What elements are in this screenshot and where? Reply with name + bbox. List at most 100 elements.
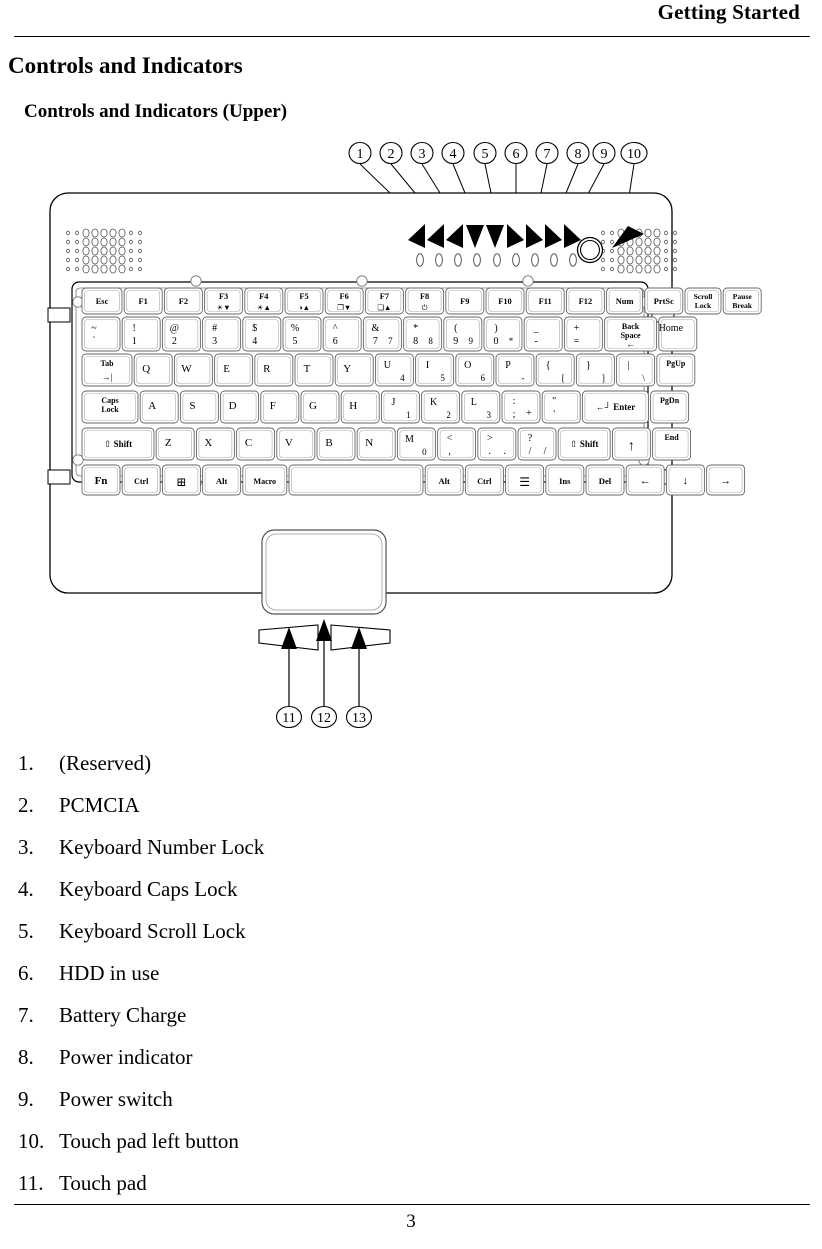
grille-hole bbox=[82, 228, 90, 238]
grille-hole bbox=[635, 246, 643, 256]
key-label: C bbox=[245, 437, 252, 449]
key-label: X bbox=[204, 437, 212, 449]
callout-label-3: 3 bbox=[419, 147, 426, 162]
feature-list-item: 6. HDD in use bbox=[0, 952, 560, 994]
key-label-numpad: / bbox=[544, 446, 547, 457]
key-label: F7 bbox=[380, 292, 389, 301]
keycap-face[interactable] bbox=[262, 393, 297, 421]
feature-item-number: 11. bbox=[18, 1171, 44, 1195]
grille-hole bbox=[109, 228, 117, 238]
keycap-face[interactable] bbox=[486, 319, 520, 349]
key-label-lower: - bbox=[535, 336, 538, 347]
keycap-face[interactable] bbox=[417, 356, 452, 384]
keycap-face[interactable] bbox=[204, 319, 239, 349]
page-number: 3 bbox=[406, 1211, 416, 1232]
power-switch-inner[interactable] bbox=[579, 239, 601, 261]
key-label-numpad: + bbox=[526, 408, 532, 419]
grille-hole bbox=[626, 255, 634, 265]
header-title: Getting Started bbox=[657, 0, 800, 24]
keycap-face[interactable] bbox=[124, 319, 158, 349]
key-sublabel: →| bbox=[102, 372, 113, 382]
key-label: End bbox=[664, 433, 679, 442]
key-label: ←┘ Enter bbox=[596, 401, 636, 412]
feature-list-item: 3. Keyboard Number Lock bbox=[0, 826, 560, 868]
grille-hole bbox=[653, 246, 661, 256]
key-label-upper: ! bbox=[133, 323, 136, 334]
key-label: F1 bbox=[139, 297, 148, 306]
grille-hole bbox=[100, 264, 108, 274]
callout-label-12: 12 bbox=[317, 711, 331, 726]
indicator-led-4 bbox=[473, 253, 481, 267]
feature-item-number: 10. bbox=[18, 1129, 45, 1153]
page-header: Getting Started bbox=[0, 0, 822, 40]
keycap-face[interactable] bbox=[504, 393, 538, 421]
grille-hole bbox=[673, 257, 677, 263]
feature-item-label: PCMCIA bbox=[59, 793, 140, 817]
grille-hole bbox=[138, 239, 142, 245]
keycap-face[interactable] bbox=[182, 393, 217, 421]
grille-hole bbox=[129, 239, 133, 245]
keycap-face[interactable] bbox=[520, 430, 554, 458]
keycap-face[interactable] bbox=[84, 319, 118, 349]
grille-hole bbox=[75, 248, 79, 254]
key-label-numpad: 7 bbox=[388, 336, 393, 346]
feature-list-item: 1. (Reserved) bbox=[0, 742, 560, 784]
keycap-face[interactable] bbox=[445, 319, 480, 349]
key-label-upper: > bbox=[487, 433, 493, 444]
keycap-face[interactable] bbox=[216, 356, 251, 384]
key-label: Alt bbox=[216, 476, 228, 486]
keycap-face[interactable] bbox=[578, 356, 613, 384]
grille-hole bbox=[91, 246, 99, 256]
keycap-face[interactable] bbox=[405, 319, 440, 349]
key-label-numpad: . bbox=[504, 446, 507, 457]
grille-hole bbox=[129, 248, 133, 254]
key-label: S bbox=[189, 400, 195, 412]
feature-list-item: 2. PCMCIA bbox=[0, 784, 560, 826]
grille-hole bbox=[626, 246, 634, 256]
key-label-numpad: 3 bbox=[487, 410, 492, 420]
key-label: N bbox=[365, 437, 373, 449]
grille-hole bbox=[626, 264, 634, 274]
key-label-lower: , bbox=[448, 446, 451, 457]
keyboard-screw bbox=[356, 275, 368, 287]
grille-hole bbox=[601, 257, 605, 263]
keycap-face[interactable] bbox=[566, 319, 601, 349]
keycap-face[interactable] bbox=[439, 430, 474, 458]
grille-hole bbox=[138, 230, 142, 236]
notebook-diagram: 1 2 3 4 5 6 7 8 9 10 Esc F1 F2 F3 ☀▼ F4 ☀▲ F5 ◑▲ F6 ❐▼ F7 ❑▲ F… bbox=[0, 130, 822, 735]
key-label: D bbox=[229, 400, 237, 412]
key-label: Esc bbox=[96, 297, 109, 306]
indicator-led-9 bbox=[569, 253, 577, 267]
keycap-face[interactable] bbox=[325, 319, 360, 349]
key-label-upper: } bbox=[586, 360, 591, 371]
grille-hole bbox=[610, 239, 614, 245]
keycap-face[interactable] bbox=[544, 393, 579, 421]
key-label: Tab bbox=[100, 359, 114, 368]
keycap-face[interactable] bbox=[297, 356, 331, 384]
keycap-face[interactable] bbox=[291, 467, 421, 493]
keycap-face[interactable] bbox=[479, 430, 514, 458]
grille-hole bbox=[644, 237, 652, 247]
key-label-upper: ~ bbox=[91, 323, 97, 334]
touch-pad-inner[interactable] bbox=[265, 533, 383, 611]
keycap-face[interactable] bbox=[526, 319, 561, 349]
keycap-face[interactable] bbox=[618, 356, 653, 384]
keycap-face[interactable] bbox=[158, 430, 192, 458]
key-label-lower: 1 bbox=[132, 336, 137, 347]
keycap-face[interactable] bbox=[463, 393, 498, 421]
grille-hole bbox=[644, 246, 652, 256]
indicator-led-1 bbox=[416, 253, 424, 267]
keycap-face[interactable] bbox=[383, 393, 418, 421]
callout-label-6: 6 bbox=[513, 147, 520, 162]
grille-hole bbox=[91, 228, 99, 238]
key-label: Caps bbox=[101, 396, 118, 405]
keycap-face[interactable] bbox=[498, 356, 532, 384]
indicator-led-8 bbox=[550, 253, 558, 267]
keycap-face[interactable] bbox=[245, 319, 279, 349]
key-label-lower: = bbox=[574, 336, 580, 347]
feature-item-label: Battery Charge bbox=[59, 1003, 187, 1027]
grille-hole bbox=[664, 248, 668, 254]
keycap-face[interactable] bbox=[538, 356, 573, 384]
key-label-numpad: 9 bbox=[469, 336, 474, 346]
key-label-upper: ^ bbox=[333, 323, 338, 334]
